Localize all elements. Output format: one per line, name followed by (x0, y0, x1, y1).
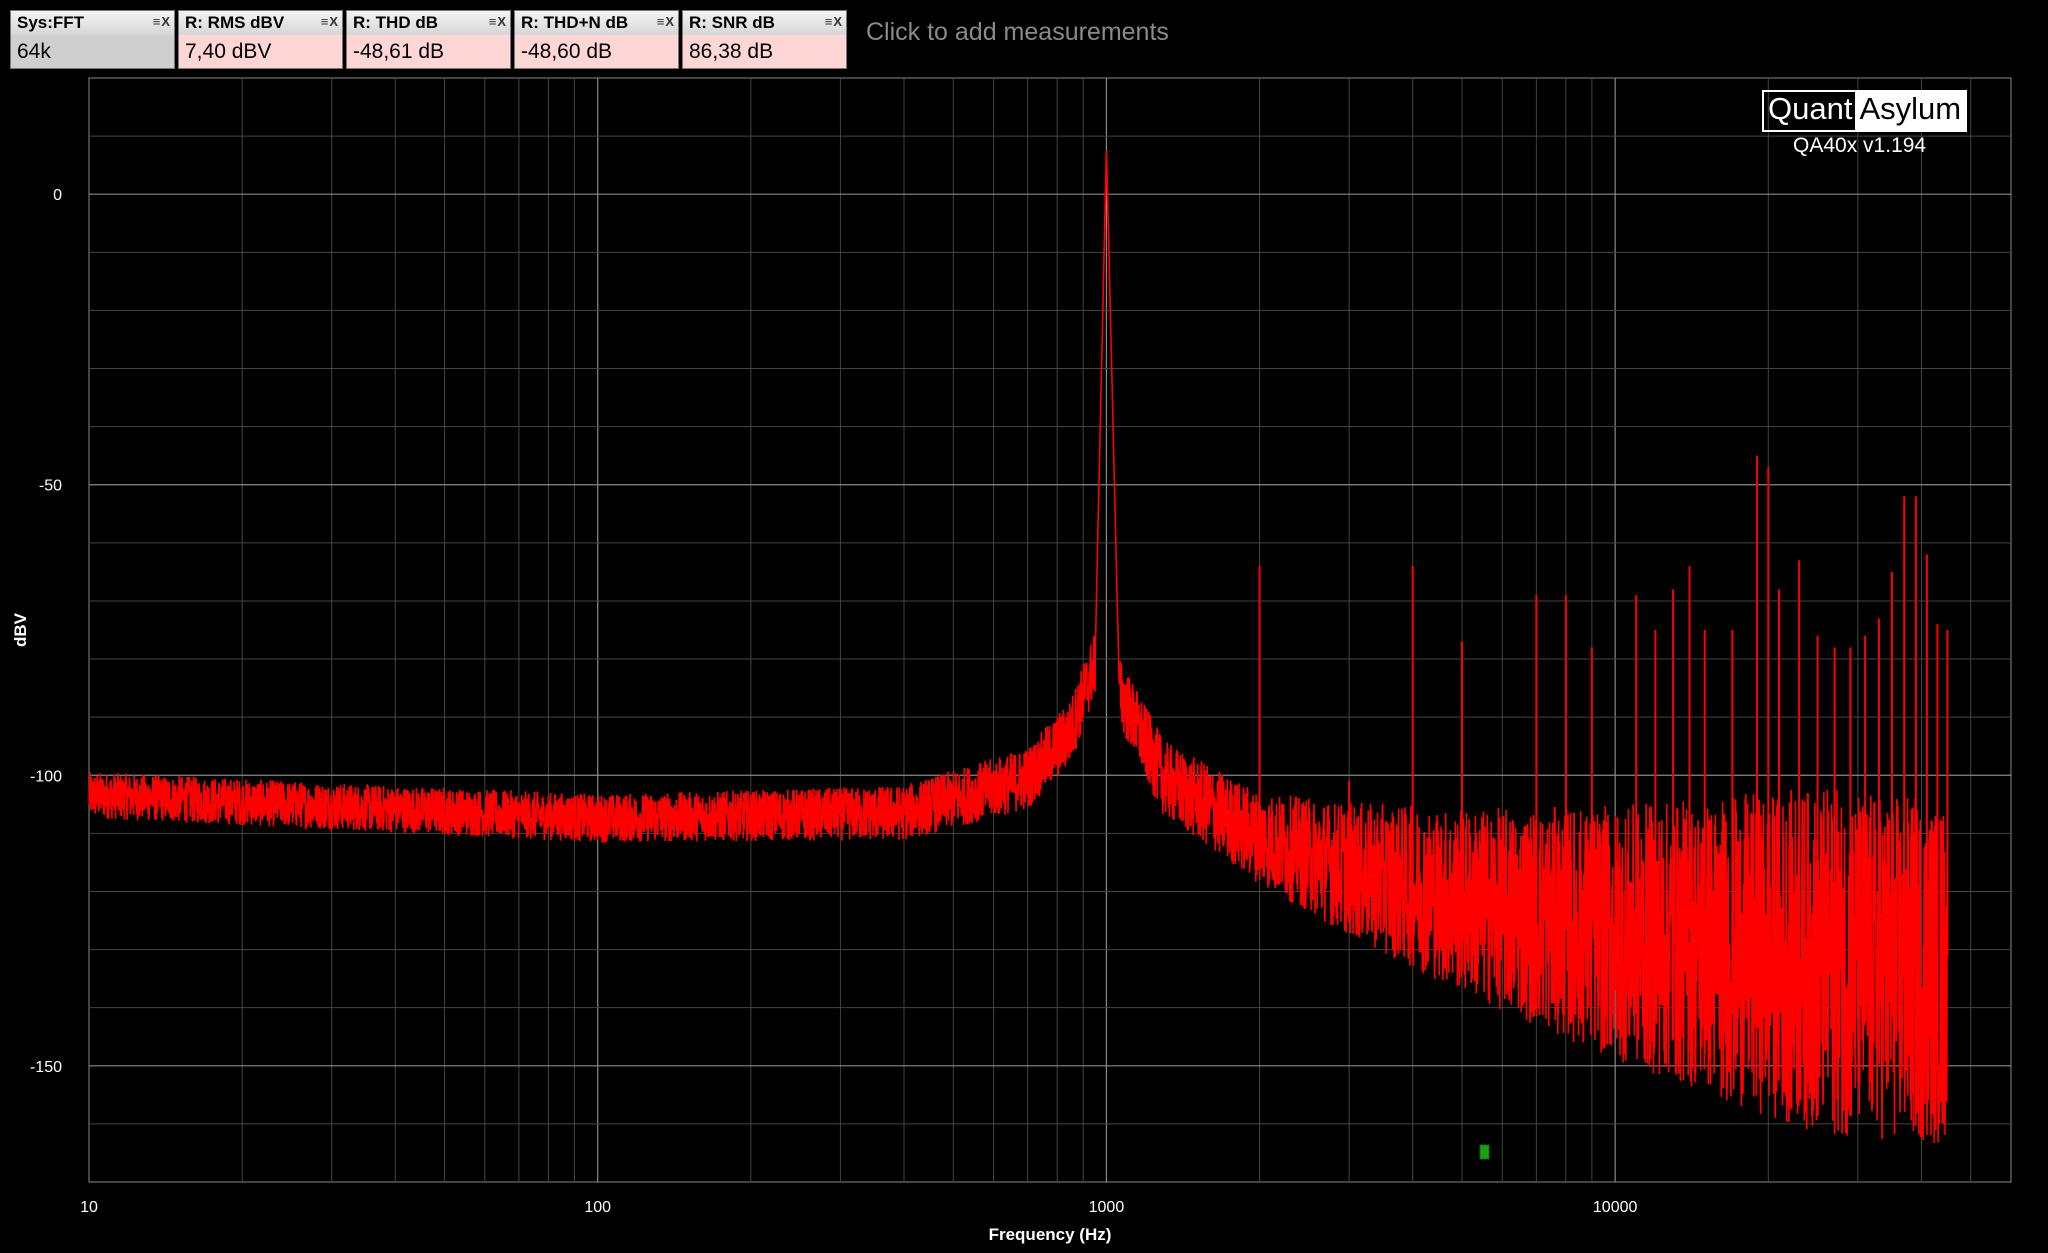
y-tick-label: -100 (30, 768, 62, 785)
x-axis-label: Frequency (Hz) (989, 1225, 1112, 1244)
y-tick-label: -50 (39, 478, 62, 495)
x-tick-label: 10000 (1593, 1199, 1638, 1216)
x-tick-label: 1000 (1089, 1199, 1125, 1216)
y-tick-label: 0 (53, 187, 62, 204)
logo-asylum: Asylum (1855, 92, 1966, 130)
quantasylum-logo: Quant Asylum (1762, 90, 1968, 132)
fft-chart: 10 100 1000 10000 0 -50 -100 -150 Frequency (Hz)… (11, 77, 2012, 1244)
logo-quant: Quant (1768, 91, 1853, 126)
y-tick-label: -150 (30, 1059, 62, 1076)
marker-icon (1479, 1144, 1490, 1160)
x-tick-label: 100 (584, 1199, 611, 1216)
y-axis-label: dBV (11, 612, 30, 647)
x-tick-label: 10 (80, 1199, 98, 1216)
spectrum-trace (88, 150, 1949, 1144)
version-label: QA40x v1.194 (1793, 134, 1927, 157)
